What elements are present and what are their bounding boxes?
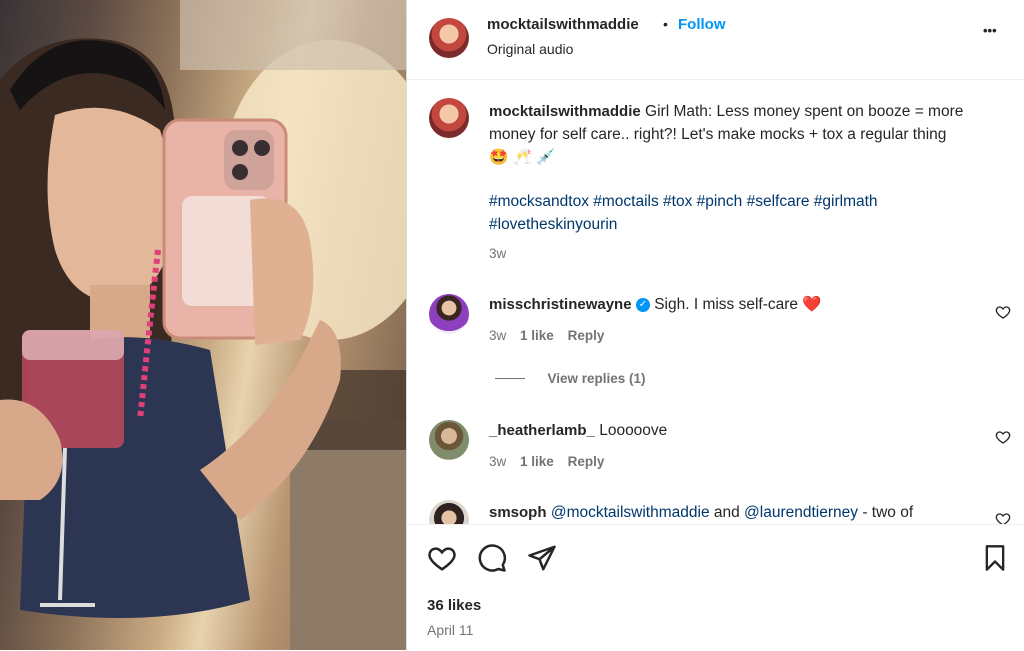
paper-plane-icon[interactable] <box>527 543 557 573</box>
heart-icon[interactable] <box>427 543 457 573</box>
comment-meta: 3w 1 like Reply <box>489 454 604 469</box>
comment-time: 3w <box>489 328 507 343</box>
comment-username[interactable]: smsoph <box>489 504 547 521</box>
view-replies-toggle[interactable]: View replies (1) <box>495 370 646 388</box>
comment-mention[interactable]: @laurendtierney <box>744 504 858 521</box>
view-replies-label[interactable]: View replies (1) <box>547 371 645 386</box>
comment-body: misschristinewayne ✓ Sigh. I miss self-c… <box>489 293 969 316</box>
commenter-avatar[interactable] <box>429 294 469 334</box>
post-photo[interactable] <box>0 0 406 650</box>
comment-likes[interactable]: 1 like <box>520 328 554 343</box>
comment-body: _heatherlamb_ Looooove <box>489 419 969 442</box>
more-options-icon[interactable]: ••• <box>983 23 997 38</box>
comment-text: Sigh. I miss self-care ❤️ <box>654 296 822 313</box>
comment-text: and <box>709 504 745 521</box>
post-date[interactable]: April 11 <box>427 622 473 638</box>
post-details-panel: mocktailswithmaddie • Follow Original au… <box>406 0 1024 650</box>
comment-like-heart-icon[interactable] <box>995 304 1011 320</box>
comment-body: smsoph @mocktailswithmaddie and @laurend… <box>489 501 989 524</box>
comment-username[interactable]: _heatherlamb_ <box>489 422 595 439</box>
comment-username[interactable]: misschristinewayne <box>489 296 632 313</box>
comment-mention[interactable]: @mocktailswithmaddie <box>551 504 710 521</box>
post-actions: 36 likes April 11 <box>407 524 1024 651</box>
header-separator: • <box>663 16 668 32</box>
caption-author[interactable]: mocktailswithmaddie <box>489 103 641 120</box>
audio-subtitle[interactable]: Original audio <box>487 41 573 57</box>
comment-meta: 3w 1 like Reply <box>489 328 604 343</box>
likes-count[interactable]: 36 likes <box>427 597 481 614</box>
caption-hashtags[interactable]: #mocksandtox #moctails #tox #pinch #self… <box>489 190 959 236</box>
reply-button[interactable]: Reply <box>568 454 605 469</box>
comment-likes[interactable]: 1 like <box>520 454 554 469</box>
follow-button[interactable]: Follow <box>678 16 726 33</box>
comments-section[interactable]: mocktailswithmaddie Girl Math: Less mone… <box>407 80 1024 524</box>
replies-divider <box>495 378 525 380</box>
caption: mocktailswithmaddie Girl Math: Less mone… <box>489 100 969 169</box>
reply-button[interactable]: Reply <box>568 328 605 343</box>
bookmark-icon[interactable] <box>981 543 1009 573</box>
comment-like-heart-icon[interactable] <box>995 511 1011 524</box>
author-avatar[interactable] <box>429 18 469 58</box>
caption-time: 3w <box>489 246 507 261</box>
comment-text: - two of <box>858 504 914 521</box>
comment-like-heart-icon[interactable] <box>995 429 1011 445</box>
commenter-avatar[interactable] <box>429 420 469 460</box>
caption-author-avatar[interactable] <box>429 98 469 138</box>
comment-text: Looooove <box>599 422 668 439</box>
photo-illustration <box>0 0 406 650</box>
comment-time: 3w <box>489 454 507 469</box>
author-username[interactable]: mocktailswithmaddie <box>487 16 639 33</box>
comment-icon[interactable] <box>477 543 507 573</box>
commenter-avatar[interactable] <box>429 500 469 524</box>
verified-badge-icon: ✓ <box>635 297 650 312</box>
post-header: mocktailswithmaddie • Follow Original au… <box>407 0 1024 80</box>
